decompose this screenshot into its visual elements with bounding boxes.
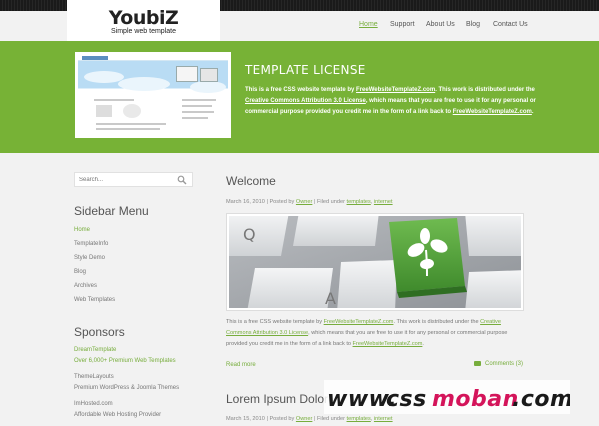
sponsor-desc: Over 6,000+ Premium Web Templates (74, 358, 176, 364)
logo[interactable]: YoubiZ Simple web template (67, 0, 220, 41)
banner-text-segment: This is a free CSS website template by (245, 87, 357, 93)
site-title[interactable]: YoubiZ (67, 7, 220, 29)
svg-text:.com: .com (512, 387, 570, 412)
post-author-link[interactable]: Owner (296, 416, 312, 422)
filed-under-label: Filed under (316, 199, 345, 205)
sponsor-link-themelayouts[interactable]: ThemeLayouts (74, 374, 114, 380)
search-icon[interactable] (177, 175, 187, 185)
post-category-link[interactable]: internet (374, 416, 393, 422)
filed-under-label: Filed under (316, 416, 345, 422)
svg-text:A: A (325, 289, 336, 308)
banner-text-segment: . (531, 109, 534, 115)
sponsor-desc: Affordable Web Hosting Provider (74, 412, 162, 418)
sidebar-item-archives[interactable]: Archives (74, 283, 97, 289)
nav-contact-us[interactable]: Contact Us (493, 21, 528, 28)
post-meta: March 15, 2010 | Posted by Owner | Filed… (226, 416, 393, 422)
svg-text:css: css (386, 387, 427, 412)
post-date: March 16, 2010 (226, 199, 265, 205)
nav-home[interactable]: Home (359, 21, 378, 28)
posted-by-label: Posted by (269, 199, 295, 205)
post-date: March 15, 2010 (226, 416, 265, 422)
search-input[interactable] (75, 173, 175, 186)
sidebar-item-web-templates[interactable]: Web Templates (74, 297, 115, 303)
sponsor-link-imhosted[interactable]: ImHosted.com (74, 401, 113, 407)
post-category-link[interactable]: templates (347, 416, 371, 422)
post-author-link[interactable]: Owner (296, 199, 312, 205)
comment-icon (474, 361, 481, 366)
read-more-link[interactable]: Read more (226, 362, 256, 368)
svg-text:Q: Q (243, 225, 256, 244)
comments-link[interactable]: Comments (3) (474, 361, 523, 367)
post-category-link[interactable]: templates (347, 199, 371, 205)
excerpt-segment: provided you credit me in the form of a … (226, 341, 353, 347)
excerpt-link-cc[interactable]: Commons Attribution 3.0 License (226, 330, 308, 336)
sidebar-item-blog[interactable]: Blog (74, 269, 86, 275)
comments-count[interactable]: Comments (3) (485, 361, 523, 367)
banner-title: TEMPLATE LICENSE (245, 63, 366, 77)
sponsor-desc: Premium WordPress & Joomla Themes (74, 385, 180, 391)
post-category-link[interactable]: internet (374, 199, 393, 205)
excerpt-segment: . This work is distributed under the (393, 319, 481, 325)
banner-link-fwt-2[interactable]: FreeWebsiteTemplateZ.com (453, 109, 532, 115)
post-title[interactable]: Lorem Ipsum Dolor (226, 392, 328, 406)
posted-by-label: Posted by (269, 416, 295, 422)
site-tagline: Simple web template (111, 28, 176, 35)
nav-support[interactable]: Support (390, 21, 415, 28)
excerpt-link-fwt[interactable]: FreeWebsiteTemplateZ.com (324, 319, 394, 325)
excerpt-link-cc[interactable]: Creative (480, 319, 501, 325)
sidebar-item-templateinfo[interactable]: TemplateInfo (74, 241, 108, 247)
svg-text:moban: moban (432, 387, 519, 412)
hero-banner: TEMPLATE LICENSE This is a free CSS webs… (0, 41, 599, 153)
post-image: Q A (226, 213, 524, 311)
nav-blog[interactable]: Blog (466, 21, 480, 28)
sidebar-item-style-demo[interactable]: Style Demo (74, 255, 105, 261)
sponsors-heading: Sponsors (74, 325, 125, 339)
banner-link-fwt[interactable]: FreeWebsiteTemplateZ.com (356, 87, 435, 93)
excerpt-segment: , which means that you are free to use i… (308, 330, 508, 336)
sponsor-link-dreamtemplate[interactable]: DreamTemplate (74, 347, 116, 353)
post-meta: March 16, 2010 | Posted by Owner | Filed… (226, 199, 393, 205)
excerpt-segment: . (422, 341, 424, 347)
banner-text-segment: commercial purpose provided you credit m… (245, 109, 453, 115)
keyboard-image: Q A (229, 216, 521, 308)
banner-text-segment: , which means that you are free to use i… (365, 98, 536, 104)
sidebar-item-home[interactable]: Home (74, 227, 90, 233)
banner-link-cc-license[interactable]: Creative Commons Attribution 3.0 License (245, 98, 366, 104)
excerpt-link-fwt-2[interactable]: FreeWebsiteTemplateZ.com (353, 341, 423, 347)
banner-text-segment: . This work is distributed under the (435, 87, 535, 93)
post-title[interactable]: Welcome (226, 174, 276, 188)
excerpt-segment: This is a free CSS website template by (226, 319, 324, 325)
search-box (74, 172, 193, 187)
watermark-logo: www. css moban .com (324, 380, 570, 414)
template-preview-image (75, 52, 231, 138)
sidebar-menu-heading: Sidebar Menu (74, 204, 149, 218)
nav-about-us[interactable]: About Us (426, 21, 455, 28)
